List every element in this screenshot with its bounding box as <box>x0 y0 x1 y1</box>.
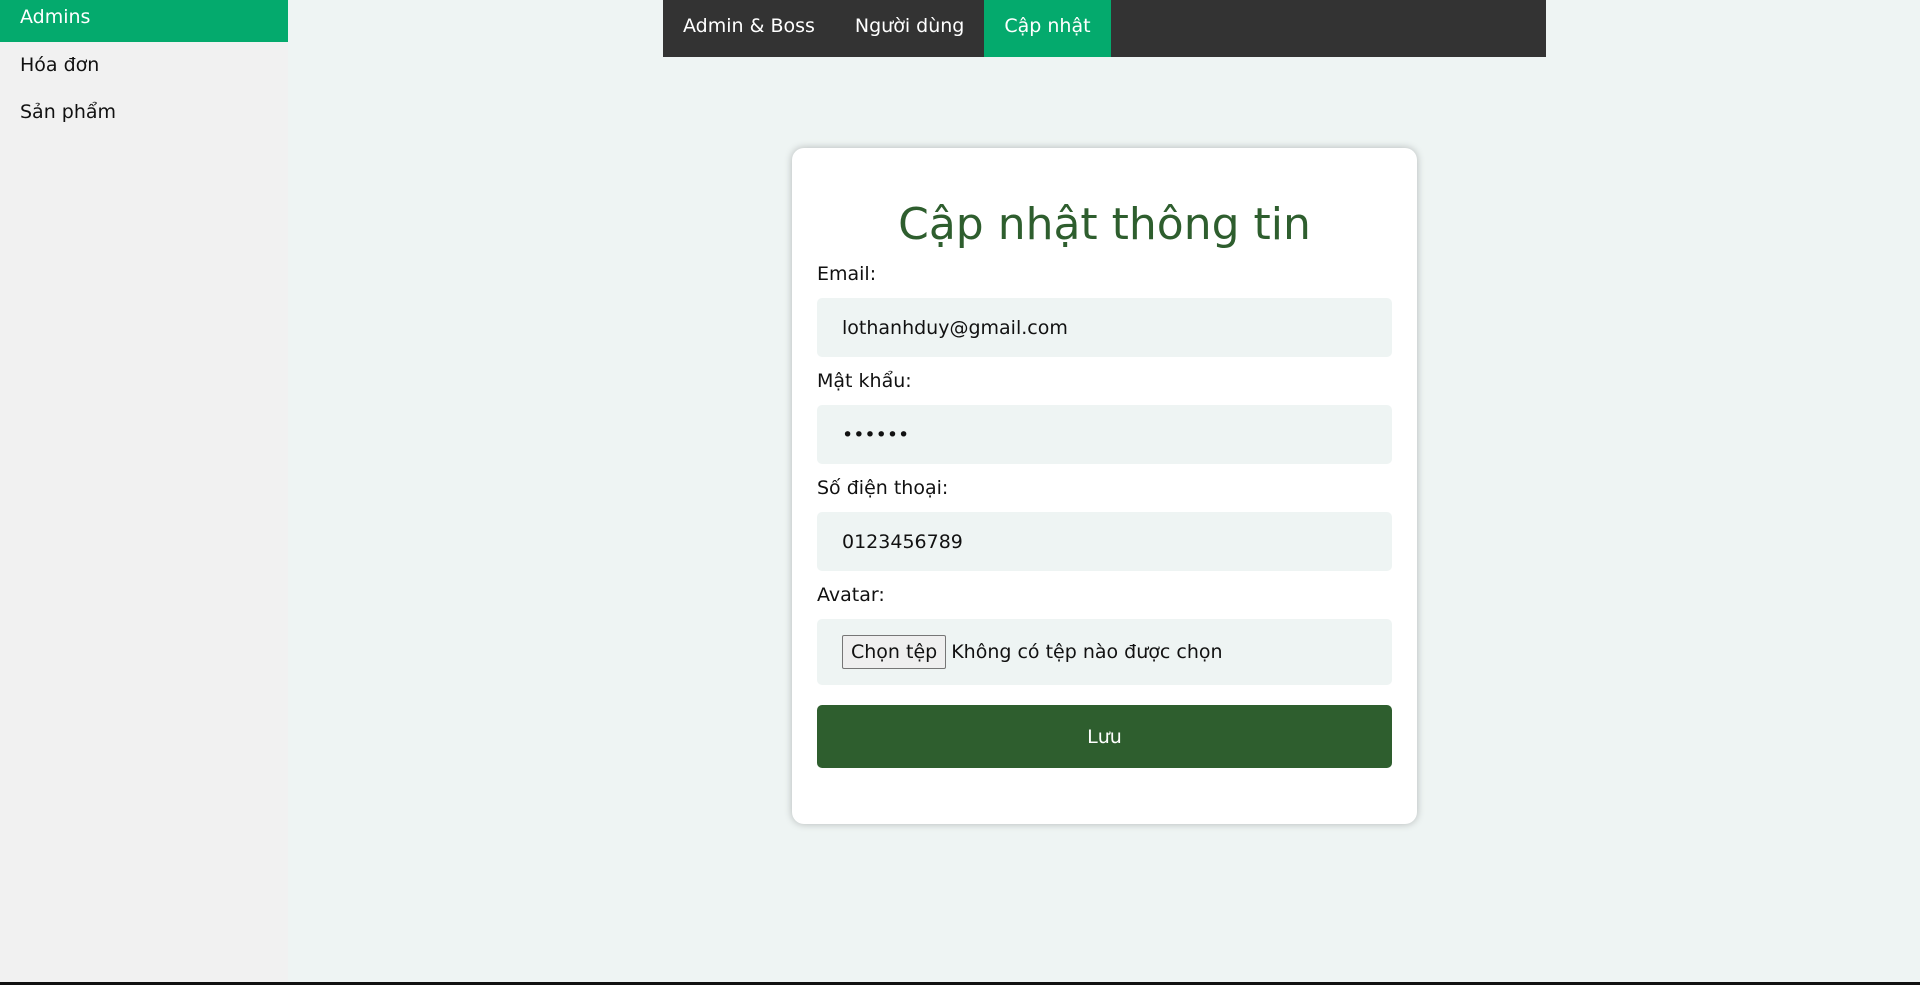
email-label: Email: <box>817 263 877 285</box>
tab-admin-boss[interactable]: Admin & Boss <box>663 0 835 57</box>
phone-field[interactable] <box>817 512 1392 571</box>
tab-update[interactable]: Cập nhật <box>984 0 1111 57</box>
phone-label: Số điện thoại: <box>817 477 949 499</box>
save-button[interactable]: Lưu <box>817 705 1392 768</box>
sidebar-item-products[interactable]: Sản phẩm <box>0 89 288 136</box>
avatar-file-input: Chọn tệp Không có tệp nào được chọn <box>817 619 1392 685</box>
email-field[interactable] <box>817 298 1392 357</box>
choose-file-button[interactable]: Chọn tệp <box>842 635 947 669</box>
avatar-label: Avatar: <box>817 584 885 606</box>
sidebar-item-admins[interactable]: Admins <box>0 0 288 42</box>
password-field[interactable] <box>817 405 1392 464</box>
sidebar: Admins Hóa đơn Sản phẩm <box>0 0 288 982</box>
top-navigation: Admin & Boss Người dùng Cập nhật <box>663 0 1546 57</box>
update-form-card: Cập nhật thông tin Email: Mật khẩu: Số đ… <box>792 148 1417 824</box>
password-label: Mật khẩu: <box>817 370 912 392</box>
sidebar-item-invoices[interactable]: Hóa đơn <box>0 42 288 89</box>
file-status-text: Không có tệp nào được chọn <box>951 641 1223 663</box>
tab-users[interactable]: Người dùng <box>835 0 984 57</box>
form-title: Cập nhật thông tin <box>898 199 1311 250</box>
